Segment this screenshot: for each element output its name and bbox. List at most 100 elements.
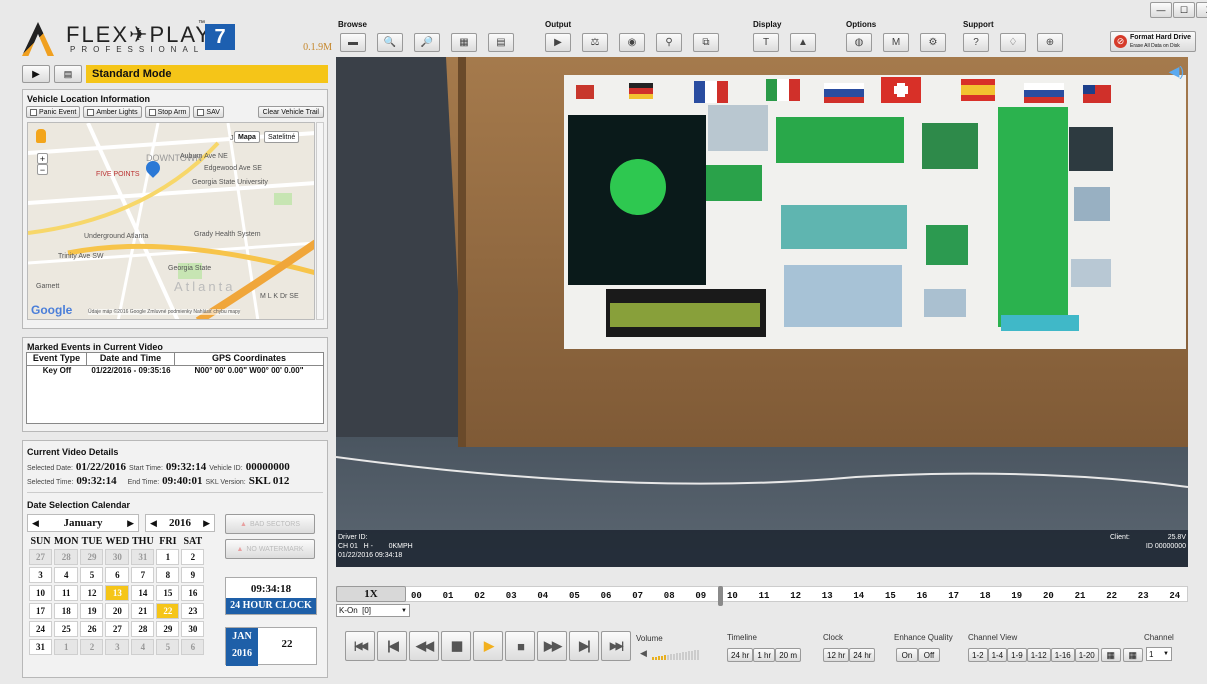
date-time-header[interactable]: Date and Time xyxy=(87,353,175,365)
next-month-button[interactable]: ▶ xyxy=(123,518,138,529)
calendar-day[interactable]: 31 xyxy=(29,639,52,655)
calendar-day[interactable]: 30 xyxy=(105,549,130,565)
previous-frame-button[interactable]: |◀ xyxy=(377,631,407,661)
memory-button[interactable]: M xyxy=(883,33,909,52)
calendar-day[interactable]: 13 xyxy=(105,585,130,601)
calendar-day[interactable]: 1 xyxy=(156,549,180,565)
playback-speed[interactable]: 1X xyxy=(336,586,406,602)
person-overlay-button[interactable]: ▲ xyxy=(790,33,816,52)
calendar-day[interactable]: 26 xyxy=(80,621,104,637)
map-type-map-button[interactable]: Mapa xyxy=(234,131,260,143)
calendar-day[interactable]: 2 xyxy=(80,639,104,655)
calendar-day[interactable]: 4 xyxy=(131,639,155,655)
grid-4x-button[interactable]: ▦ xyxy=(1122,648,1143,662)
timeline-24hr-button[interactable]: 24 hr xyxy=(727,648,754,662)
calendar-day[interactable]: 7 xyxy=(131,567,155,583)
rewind-button[interactable]: ◀◀ xyxy=(409,631,439,661)
next-frame-button[interactable]: ▶| xyxy=(569,631,599,661)
volume-slider[interactable] xyxy=(652,648,710,660)
calendar-day[interactable]: 20 xyxy=(105,603,130,619)
channel-select[interactable]: 1 ▼ xyxy=(1146,647,1172,661)
calendar-day[interactable]: 10 xyxy=(29,585,52,601)
calendar-day[interactable]: 29 xyxy=(80,549,104,565)
play-mode-button[interactable]: ▶ xyxy=(22,65,50,83)
filter-stop-arm-checkbox[interactable]: Stop Arm xyxy=(144,106,191,118)
filter-amber-lights-checkbox[interactable]: Amber Lights xyxy=(83,106,142,118)
channel-view-1-12-button[interactable]: 1-12 xyxy=(1026,648,1051,662)
volume-icon[interactable]: ◀) xyxy=(1169,63,1184,80)
format-hard-drive-button[interactable]: ⊘ Format Hard Drive Erase All Data on Di… xyxy=(1110,31,1196,52)
calendar-day[interactable]: 11 xyxy=(54,585,79,601)
calendar-day[interactable]: 14 xyxy=(131,585,155,601)
calendar-day[interactable]: 6 xyxy=(105,567,130,583)
calendar-day[interactable]: 28 xyxy=(54,549,79,565)
play-button[interactable]: ▶ xyxy=(473,631,503,661)
calendar-day[interactable]: 5 xyxy=(156,639,180,655)
map-pin-button[interactable]: ⚲ xyxy=(656,33,682,52)
skip-to-start-button[interactable]: |◀◀ xyxy=(345,631,375,661)
calendar-day[interactable]: 24 xyxy=(29,621,52,637)
bad-sectors-button[interactable]: ▲ BAD SECTORS xyxy=(225,514,315,534)
calendar-day[interactable]: 6 xyxy=(181,639,205,655)
calendar-day[interactable]: 23 xyxy=(181,603,205,619)
calendar-day[interactable]: 27 xyxy=(105,621,130,637)
clear-trail-button[interactable]: Clear Vehicle Trail xyxy=(257,106,324,118)
gps-header[interactable]: GPS Coordinates xyxy=(175,353,323,365)
camera-button[interactable]: ◉ xyxy=(619,33,645,52)
help-button[interactable]: ? xyxy=(963,33,989,52)
calendar-day[interactable]: 31 xyxy=(131,549,155,565)
clock-24hr-button[interactable]: 24 hr xyxy=(849,648,876,662)
calendar-day[interactable]: 5 xyxy=(80,567,104,583)
calendar-day[interactable]: 16 xyxy=(181,585,205,601)
zoom-in-button[interactable]: + xyxy=(37,153,48,164)
prev-year-button[interactable]: ◀ xyxy=(146,518,161,529)
event-type-header[interactable]: Event Type xyxy=(27,353,87,365)
map-type-satellite-button[interactable]: Satelitné xyxy=(264,131,300,143)
channel-view-1-4-button[interactable]: 1-4 xyxy=(987,648,1008,662)
calendar-day[interactable]: 19 xyxy=(80,603,104,619)
calendar-day[interactable]: 30 xyxy=(181,621,205,637)
folder-button[interactable]: ▬ xyxy=(340,33,366,52)
channel-view-1-2-button[interactable]: 1-2 xyxy=(968,648,988,662)
channel-view-1-16-button[interactable]: 1-16 xyxy=(1050,648,1075,662)
calendar-search-button[interactable]: ▦ xyxy=(451,33,477,52)
clock-12hr-button[interactable]: 12 hr xyxy=(823,648,850,662)
calendar-day[interactable]: 3 xyxy=(29,567,52,583)
prev-month-button[interactable]: ◀ xyxy=(28,518,43,529)
next-year-button[interactable]: ▶ xyxy=(199,518,214,529)
calendar-day[interactable]: 1 xyxy=(54,639,79,655)
date-display[interactable]: JAN 2016 22 xyxy=(225,627,317,666)
search-file-button[interactable]: 🔍 xyxy=(377,33,403,52)
calendar-day[interactable]: 22 xyxy=(156,603,180,619)
no-watermark-button[interactable]: ▲ NO WATERMARK xyxy=(225,539,315,559)
timeline-1hr-button[interactable]: 1 hr xyxy=(753,648,776,662)
calendar-day[interactable]: 17 xyxy=(29,603,52,619)
text-overlay-button[interactable]: T xyxy=(753,33,779,52)
calendar-day[interactable]: 4 xyxy=(54,567,79,583)
table-row[interactable]: Key Off 01/22/2016 - 09:35:16 N00° 00' 0… xyxy=(27,366,323,379)
channel-view-1-20-button[interactable]: 1-20 xyxy=(1074,648,1099,662)
calendar-day[interactable]: 12 xyxy=(80,585,104,601)
calendar-day[interactable]: 25 xyxy=(54,621,79,637)
calendar-day[interactable]: 29 xyxy=(156,621,180,637)
calendar-day[interactable]: 28 xyxy=(131,621,155,637)
pegman-icon[interactable] xyxy=(36,129,46,143)
settings-button[interactable]: ⚙ xyxy=(920,33,946,52)
calendar-day[interactable]: 2 xyxy=(181,549,205,565)
calendar-day[interactable]: 3 xyxy=(105,639,130,655)
document-button[interactable]: ▤ xyxy=(488,33,514,52)
calendar-day[interactable]: 15 xyxy=(156,585,180,601)
video-view[interactable]: ◀) Driver ID: CH 01 H - 0KMPH 01/22/2016… xyxy=(336,57,1188,567)
globe-button[interactable]: ◍ xyxy=(846,33,872,52)
lightbulb-button[interactable]: ♢ xyxy=(1000,33,1026,52)
search-file-alt-button[interactable]: 🔎 xyxy=(414,33,440,52)
grid-2x-button[interactable]: ▦ xyxy=(1100,648,1121,662)
stop-button[interactable]: ■ xyxy=(505,631,535,661)
filter-sav-checkbox[interactable]: SAV xyxy=(193,106,224,118)
filter-panic-event-checkbox[interactable]: Panic Event xyxy=(26,106,81,118)
skip-to-end-button[interactable]: ▶▶| xyxy=(601,631,631,661)
calendar-day[interactable]: 27 xyxy=(29,549,52,565)
map-scrollbar[interactable] xyxy=(316,122,324,320)
enhance-off-button[interactable]: Off xyxy=(918,648,940,662)
calendar-day[interactable]: 18 xyxy=(54,603,79,619)
